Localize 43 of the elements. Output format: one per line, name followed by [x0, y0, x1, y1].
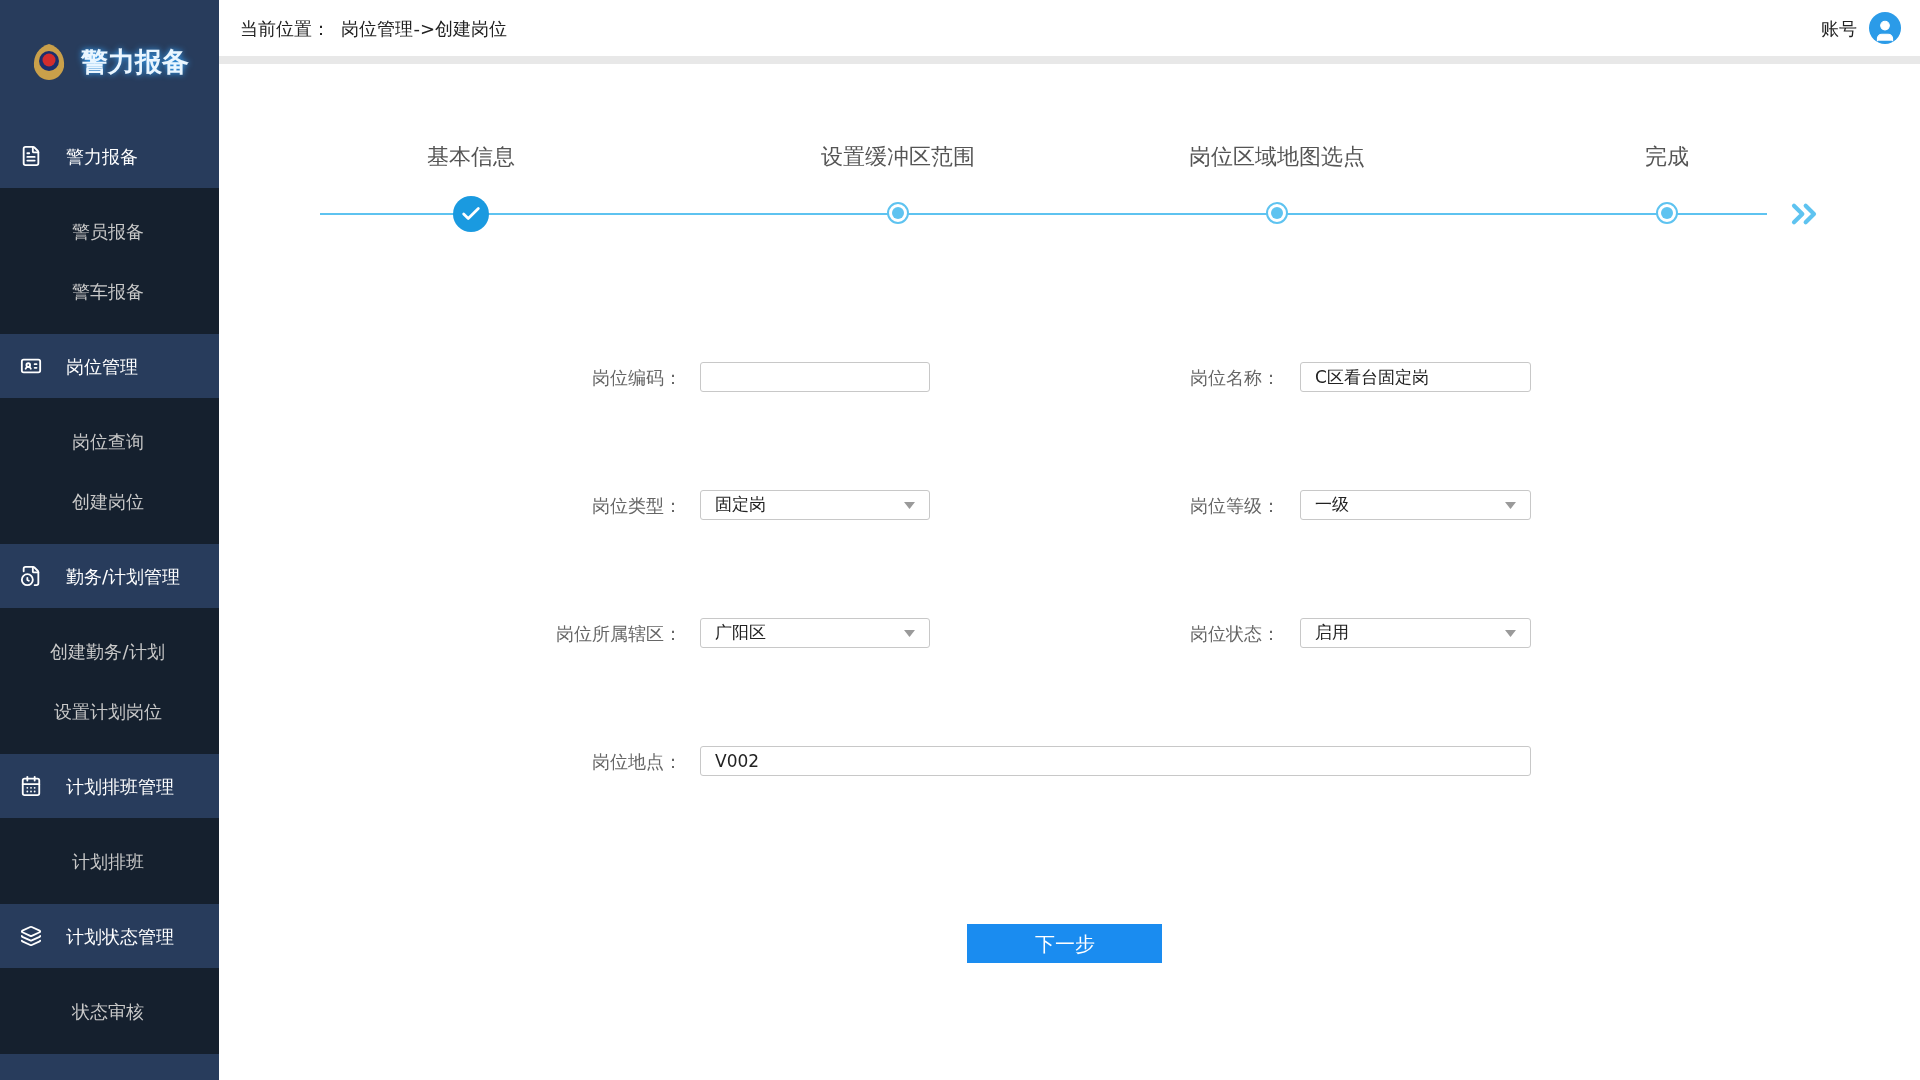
menu-item[interactable]: 创建勤务/计划	[0, 621, 219, 681]
caret-icon	[1505, 501, 1516, 509]
field-label: 岗位名称：	[1190, 365, 1280, 390]
input-field[interactable]: V002	[700, 746, 1531, 776]
field-label: 岗位等级：	[1190, 493, 1280, 518]
menu-group-header[interactable]: 岗位管理	[0, 334, 219, 398]
field-label: 岗位地点：	[592, 749, 682, 774]
dropdown-field[interactable]: 启用	[1300, 618, 1531, 648]
menu-item[interactable]: 设置计划岗位	[0, 681, 219, 741]
dropdown-field[interactable]: 一级	[1300, 490, 1531, 520]
menu-item[interactable]: 岗位查询	[0, 411, 219, 471]
logo-text: 警力报备	[80, 44, 189, 79]
menu-item[interactable]: 创建岗位	[0, 471, 219, 531]
menu-group-header[interactable]: 计划状态管理	[0, 904, 219, 968]
step-label: 设置缓冲区范围	[821, 143, 975, 171]
step-label: 基本信息	[427, 143, 515, 171]
field-label: 岗位类型：	[592, 493, 682, 518]
caret-icon	[904, 629, 915, 637]
document-icon	[20, 145, 42, 167]
step-label: 完成	[1645, 143, 1689, 171]
menu-group-header[interactable]: 警力报备	[0, 124, 219, 188]
menu-item[interactable]: 警车报备	[0, 261, 219, 321]
document-clock-icon	[20, 565, 42, 587]
field-label: 岗位状态：	[1190, 621, 1280, 646]
menu-item[interactable]: 状态审核	[0, 981, 219, 1041]
menu-group-header[interactable]: 勤务/计划管理	[0, 544, 219, 608]
input-field[interactable]: C区看台固定岗	[1300, 362, 1531, 392]
breadcrumb: 当前位置： 岗位管理->创建岗位	[240, 16, 508, 41]
menu-item[interactable]: 警员报备	[0, 201, 219, 261]
layers-icon	[20, 925, 42, 947]
input-field[interactable]	[700, 362, 930, 392]
dropdown-field[interactable]: 固定岗	[700, 490, 930, 520]
menu-group-header[interactable]: 计划排班管理	[0, 754, 219, 818]
account-label: 账号	[1821, 16, 1857, 41]
caret-icon	[1505, 629, 1516, 637]
menu-item[interactable]: 计划排班	[0, 831, 219, 891]
dropdown-field[interactable]: 广阳区	[700, 618, 930, 648]
caret-icon	[904, 501, 915, 509]
avatar-icon[interactable]	[1869, 12, 1901, 44]
field-label: 岗位编码：	[592, 365, 682, 390]
field-label: 岗位所属辖区：	[556, 621, 682, 646]
step-label: 岗位区域地图选点	[1189, 143, 1365, 171]
calendar-icon	[20, 775, 42, 797]
